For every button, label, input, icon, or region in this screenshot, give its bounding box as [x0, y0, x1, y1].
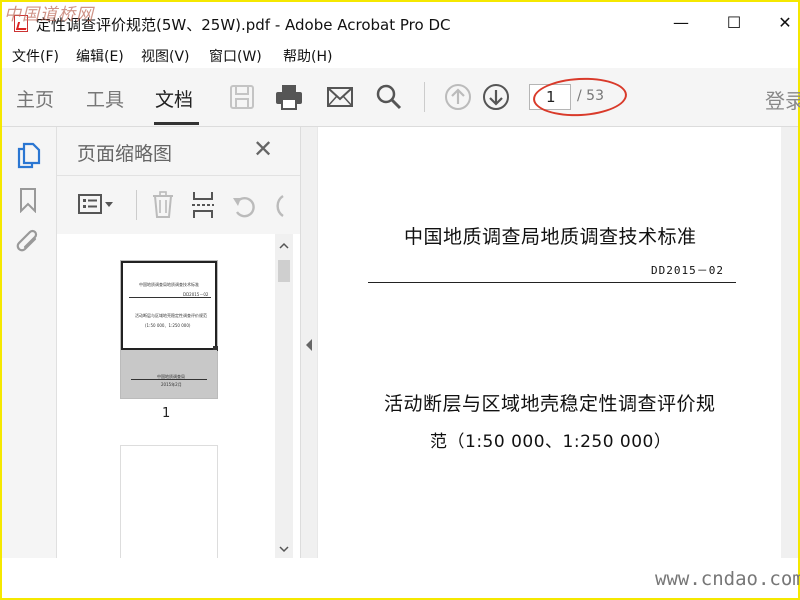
menu-file[interactable]: 文件(F): [12, 46, 59, 66]
main-toolbar: 主页 工具 文档: [2, 68, 798, 127]
document-rule: [368, 282, 736, 283]
menu-view[interactable]: 视图(V): [141, 46, 190, 66]
menu-edit[interactable]: 编辑(E): [76, 46, 124, 66]
document-heading: 中国地质调查局地质调查技术标准: [404, 226, 697, 248]
watermark-top: 中国道桥网: [4, 5, 94, 25]
thumbnail-bottom-rule: [131, 379, 207, 380]
scroll-up-icon[interactable]: [278, 241, 290, 251]
tab-home[interactable]: 主页: [16, 85, 54, 112]
delete-icon[interactable]: [150, 190, 176, 220]
page-thumbnail[interactable]: 中国地质调查局地质调查技术标准 DD2015－02 活动断层与区域地壳稳定性调查…: [121, 261, 218, 398]
save-icon[interactable]: [227, 82, 257, 112]
search-icon[interactable]: [374, 82, 404, 112]
menu-help[interactable]: 帮助(H): [283, 46, 332, 66]
tab-document[interactable]: 文档: [155, 85, 193, 112]
thumbnail-date: 2015年2月: [161, 382, 182, 387]
thumbnail-page-number: 1: [162, 406, 171, 421]
menu-window[interactable]: 窗口(W): [209, 46, 262, 66]
left-navigation-rail: [2, 127, 57, 558]
attachments-icon[interactable]: [15, 229, 41, 257]
redo-icon[interactable]: [273, 192, 285, 220]
document-scrollbar[interactable]: [781, 127, 798, 558]
maximize-button[interactable]: ☐: [719, 10, 749, 36]
thumbnail-page-upper: 中国地质调查局地质调查技术标准 DD2015－02 活动断层与区域地壳稳定性调查…: [121, 261, 218, 351]
thumbnail-list: 中国地质调查局地质调查技术标准 DD2015－02 活动断层与区域地壳稳定性调查…: [57, 234, 300, 558]
insert-page-icon[interactable]: [190, 190, 216, 220]
document-page: [318, 127, 781, 558]
scrollbar-thumb[interactable]: [278, 260, 290, 282]
active-tab-indicator: [154, 122, 199, 125]
thumbnail-scale: (1:50 000、1:250 000): [145, 323, 191, 328]
panel-close-button[interactable]: ✕: [253, 135, 273, 163]
document-code: DD2015－02: [651, 264, 724, 277]
panel-collapse-strip[interactable]: [301, 127, 317, 558]
document-title-line2: 范（1:50 000、1:250 000）: [430, 432, 672, 452]
title-bar: 定性调查评价规范(5W、25W).pdf - Adobe Acrobat Pro…: [2, 2, 798, 42]
toolbar-separator: [424, 82, 425, 112]
email-icon[interactable]: [325, 82, 355, 112]
thumbnails-panel: 页面缩略图 ✕ 中国地质调查局地质调查技术标准 DD2015－02 活动断层与区…: [57, 127, 301, 558]
close-window-button[interactable]: ✕: [770, 10, 800, 36]
signin-link[interactable]: 登录: [765, 85, 800, 114]
page-down-icon[interactable]: [481, 82, 511, 112]
watermark-bottom: www.cndao.com: [655, 568, 800, 590]
collapse-arrow-icon[interactable]: [304, 338, 314, 352]
thumbnail-page-lower: 中国地质调查局 2015年2月: [121, 350, 217, 398]
document-title-line1: 活动断层与区域地壳稳定性调查评价规: [384, 393, 716, 415]
print-icon[interactable]: [274, 82, 304, 112]
thumbnail-rule: [129, 297, 211, 298]
page-up-icon[interactable]: [443, 82, 473, 112]
panel-toolbar-separator: [136, 190, 137, 220]
window-title: 定性调查评价规范(5W、25W).pdf - Adobe Acrobat Pro…: [36, 16, 451, 34]
bookmarks-icon[interactable]: [18, 187, 38, 213]
menu-bar: 文件(F) 编辑(E) 视图(V) 窗口(W) 帮助(H): [2, 42, 798, 68]
scroll-down-icon[interactable]: [278, 544, 290, 554]
page-thumbnail[interactable]: [121, 446, 217, 558]
undo-icon[interactable]: [231, 192, 259, 220]
minimize-button[interactable]: —: [666, 10, 696, 36]
thumbnail-scrollbar[interactable]: [275, 234, 293, 558]
tab-tools[interactable]: 工具: [86, 85, 124, 112]
thumbnail-heading: 中国地质调查局地质调查技术标准: [139, 282, 199, 287]
thumbnail-options-icon[interactable]: [77, 192, 117, 218]
panel-title: 页面缩略图: [77, 143, 173, 165]
thumbnail-title: 活动断层与区域地壳稳定性调查评价规范: [135, 313, 207, 318]
page-thumbnails-icon[interactable]: [16, 141, 42, 169]
panel-toolbar: [57, 175, 300, 235]
